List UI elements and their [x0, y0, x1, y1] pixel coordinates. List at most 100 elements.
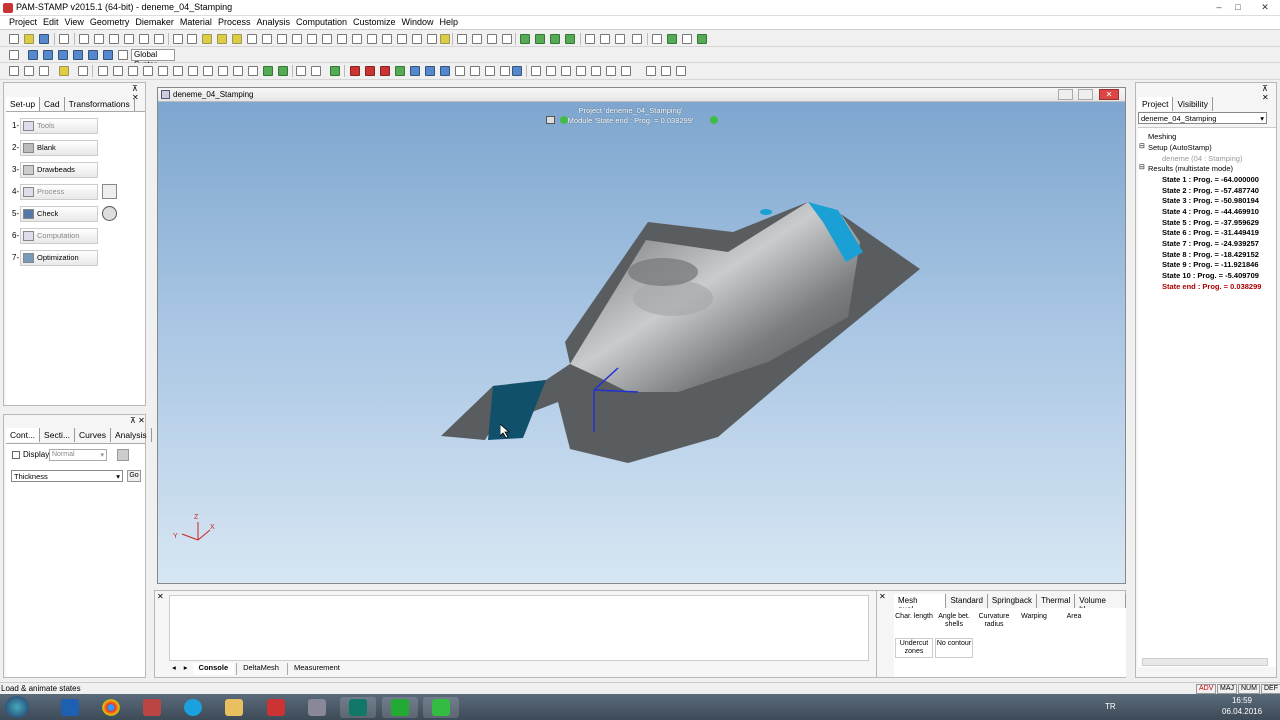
- previous-state-icon[interactable]: [365, 66, 375, 76]
- step-optimization[interactable]: 7- Optimization: [10, 249, 140, 267]
- language-indicator[interactable]: TR: [1105, 702, 1116, 711]
- tool-d-icon[interactable]: [632, 34, 642, 44]
- ruler-icon[interactable]: [576, 66, 586, 76]
- tree-setup-child[interactable]: deneme (04 : Stamping): [1162, 154, 1242, 163]
- explorer-taskbar-icon[interactable]: [216, 697, 252, 718]
- view-left-icon[interactable]: [58, 50, 68, 60]
- tool-f-icon[interactable]: [667, 34, 677, 44]
- display-checkbox[interactable]: [12, 451, 20, 459]
- no-contour-button[interactable]: No contour: [935, 638, 973, 658]
- tab-contour[interactable]: Cont...: [6, 428, 41, 442]
- char-length-button[interactable]: Char. length: [895, 612, 933, 632]
- layer-b-icon[interactable]: [661, 66, 671, 76]
- cut-icon[interactable]: [98, 66, 108, 76]
- viewport-close-button[interactable]: ✕: [1099, 89, 1119, 100]
- pamstamp-taskbar-icon[interactable]: [340, 697, 376, 718]
- last-state-icon[interactable]: [440, 66, 450, 76]
- menu-material[interactable]: Material: [177, 16, 215, 28]
- zoom-fit-icon[interactable]: [79, 34, 89, 44]
- tree-state-2[interactable]: State 2 : Prog. = -57.487740: [1162, 186, 1259, 195]
- rotate-icon[interactable]: [124, 34, 134, 44]
- view-bottom-icon[interactable]: [103, 50, 113, 60]
- label-icon[interactable]: [440, 34, 450, 44]
- loop-icon[interactable]: [455, 66, 465, 76]
- coord-system-select[interactable]: Global Syster: [131, 49, 175, 69]
- remove-icon[interactable]: [187, 34, 197, 44]
- process-settings-icon[interactable]: [102, 184, 117, 199]
- tree-results[interactable]: Results (multistate mode): [1148, 164, 1233, 173]
- select-poly-icon[interactable]: [232, 34, 242, 44]
- select-tool-icon[interactable]: [202, 34, 212, 44]
- 3d-canvas[interactable]: Project 'deneme_04_Stamping' Module 'Sta…: [158, 102, 1125, 583]
- console-next-icon[interactable]: ▸: [181, 663, 191, 675]
- select-face-icon[interactable]: [262, 34, 272, 44]
- tree-setup[interactable]: Setup (AutoStamp): [1148, 143, 1212, 152]
- chrome-taskbar-icon[interactable]: [93, 697, 129, 718]
- copy-icon[interactable]: [337, 34, 347, 44]
- tree-state-end[interactable]: State end : Prog. = 0.038299: [1162, 282, 1261, 291]
- view-right-icon[interactable]: [73, 50, 83, 60]
- add-icon[interactable]: [173, 34, 183, 44]
- step-tools[interactable]: 1- Tools: [10, 117, 140, 135]
- table-icon[interactable]: [606, 66, 616, 76]
- view-iso-icon[interactable]: [118, 50, 128, 60]
- tool-taskbar-icon[interactable]: [299, 697, 335, 718]
- grid-icon[interactable]: [591, 66, 601, 76]
- tab-measurement[interactable]: Measurement: [286, 663, 346, 675]
- step-computation[interactable]: 6- Computation: [10, 227, 140, 245]
- tree-state-4[interactable]: State 4 : Prog. = -44.469910: [1162, 207, 1259, 216]
- undercut-zones-button[interactable]: Undercut zones: [895, 638, 933, 658]
- menu-computation[interactable]: Computation: [293, 16, 350, 28]
- text-icon[interactable]: [531, 66, 541, 76]
- dimension-icon[interactable]: [158, 66, 168, 76]
- step-blank[interactable]: 2- Blank: [10, 139, 140, 157]
- spline-icon[interactable]: [311, 66, 321, 76]
- warping-button[interactable]: Warping: [1015, 612, 1053, 632]
- viewport-minimize-button[interactable]: [1058, 89, 1073, 100]
- open-icon[interactable]: [24, 34, 34, 44]
- skype-taskbar-icon[interactable]: [175, 697, 211, 718]
- step-drawbeads[interactable]: 3- Drawbeads: [10, 161, 140, 179]
- menu-diemaker[interactable]: Diemaker: [132, 16, 177, 28]
- select-element-icon[interactable]: [307, 34, 317, 44]
- menu-geometry[interactable]: Geometry: [87, 16, 133, 28]
- app-taskbar-icon[interactable]: [134, 697, 170, 718]
- tab-mesh-quality[interactable]: Mesh qual...: [894, 594, 947, 614]
- tree-state-1[interactable]: State 1 : Prog. = -64.000000: [1162, 175, 1259, 184]
- tab-cad[interactable]: Cad: [40, 97, 65, 111]
- palette-icon[interactable]: [117, 449, 129, 461]
- contour-field-select[interactable]: Thickness ▾: [11, 470, 123, 482]
- display-mode-icon[interactable]: [9, 66, 19, 76]
- tab-project[interactable]: Project: [1138, 97, 1174, 111]
- area-button[interactable]: Area: [1055, 612, 1093, 632]
- recorder-taskbar-icon[interactable]: [423, 697, 459, 718]
- dim-c-icon[interactable]: [188, 66, 198, 76]
- tree-state-6[interactable]: State 6 : Prog. = -31.449419: [1162, 228, 1259, 237]
- arrow-icon[interactable]: [472, 34, 482, 44]
- tree-meshing[interactable]: Meshing: [1148, 132, 1176, 141]
- measure-icon[interactable]: [382, 34, 392, 44]
- menu-window[interactable]: Window: [399, 16, 437, 28]
- camera-icon[interactable]: [485, 66, 495, 76]
- tree-expand-setup-icon[interactable]: ⊟: [1139, 142, 1145, 150]
- maximize-button[interactable]: □: [1231, 1, 1245, 14]
- tree-state-7[interactable]: State 7 : Prog. = -24.939257: [1162, 239, 1259, 248]
- console-close-icon[interactable]: ✕: [157, 592, 164, 601]
- tool-a-icon[interactable]: [585, 34, 595, 44]
- project-select[interactable]: deneme_04_Stamping ▾: [1138, 112, 1267, 124]
- step-process[interactable]: 4- Process: [10, 183, 140, 201]
- dim-g-icon[interactable]: [248, 66, 258, 76]
- zoom-window-icon[interactable]: [109, 34, 119, 44]
- tool-g-icon[interactable]: [682, 34, 692, 44]
- minimize-button[interactable]: –: [1212, 1, 1226, 14]
- tab-thermal[interactable]: Thermal: [1037, 594, 1076, 608]
- menu-customize[interactable]: Customize: [350, 16, 399, 28]
- display-mode-select[interactable]: Normal ▾: [49, 449, 107, 461]
- select-node-icon[interactable]: [292, 34, 302, 44]
- camtasia-taskbar-icon[interactable]: [382, 697, 418, 718]
- powerpoint-taskbar-icon[interactable]: [258, 697, 294, 718]
- mesh-icon[interactable]: [520, 34, 530, 44]
- tab-section[interactable]: Secti...: [40, 428, 76, 442]
- pan-icon[interactable]: [139, 34, 149, 44]
- refine-icon[interactable]: [535, 34, 545, 44]
